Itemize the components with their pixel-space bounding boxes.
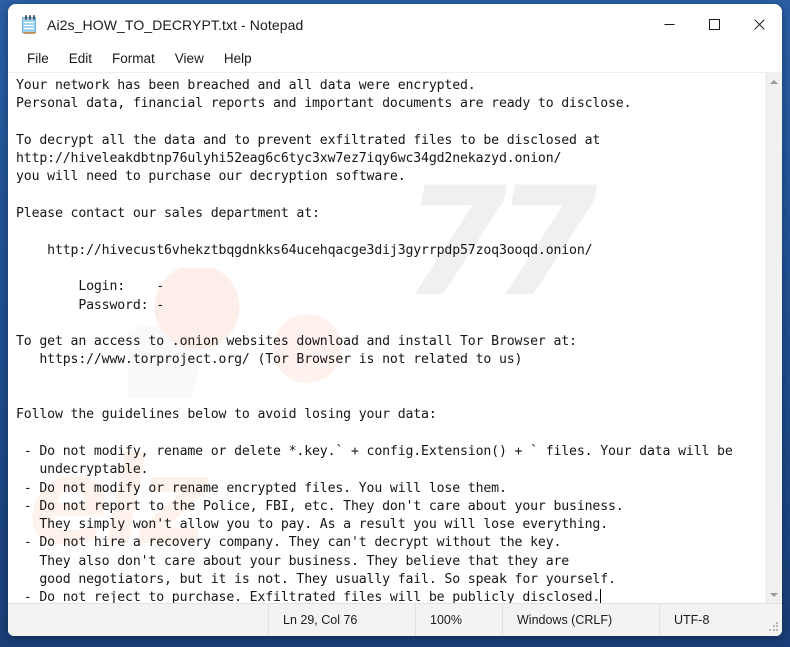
status-encoding[interactable]: UTF-8 — [659, 604, 782, 636]
note-body: Your network has been breached and all d… — [16, 78, 733, 603]
status-line-ending[interactable]: Windows (CRLF) — [502, 604, 659, 636]
desktop-background: Ai2s_HOW_TO_DECRYPT.txt - Notepad File E… — [0, 0, 790, 647]
minimize-button[interactable] — [647, 4, 692, 45]
title-bar[interactable]: Ai2s_HOW_TO_DECRYPT.txt - Notepad — [8, 4, 782, 45]
text-caret — [599, 589, 601, 603]
window-title: Ai2s_HOW_TO_DECRYPT.txt - Notepad — [47, 16, 304, 33]
status-cursor-position[interactable]: Ln 29, Col 76 — [268, 604, 415, 636]
vertical-scrollbar[interactable] — [764, 73, 782, 603]
editor-area: 77 elz Your network has been breached an… — [8, 72, 782, 603]
status-spacer — [8, 604, 268, 636]
notepad-icon — [21, 15, 38, 34]
menu-view[interactable]: View — [165, 48, 214, 70]
notepad-window: Ai2s_HOW_TO_DECRYPT.txt - Notepad File E… — [8, 4, 782, 636]
close-button[interactable] — [737, 4, 782, 45]
menu-edit[interactable]: Edit — [59, 48, 102, 70]
menu-bar: File Edit Format View Help — [8, 45, 782, 72]
text-editor[interactable]: 77 elz Your network has been breached an… — [8, 73, 764, 603]
scroll-up-icon[interactable] — [765, 73, 782, 90]
scrollbar-track[interactable] — [765, 90, 782, 586]
menu-format[interactable]: Format — [102, 48, 165, 70]
window-controls — [647, 4, 782, 45]
status-zoom-level[interactable]: 100% — [415, 604, 502, 636]
title-bar-left: Ai2s_HOW_TO_DECRYPT.txt - Notepad — [8, 15, 647, 34]
maximize-button[interactable] — [692, 4, 737, 45]
menu-file[interactable]: File — [17, 48, 59, 70]
menu-help[interactable]: Help — [214, 48, 262, 70]
status-bar: Ln 29, Col 76 100% Windows (CRLF) UTF-8 — [8, 603, 782, 636]
scroll-down-icon[interactable] — [765, 586, 782, 603]
resize-grip-icon[interactable] — [768, 622, 778, 632]
ransom-note-text: Your network has been breached and all d… — [16, 77, 764, 603]
